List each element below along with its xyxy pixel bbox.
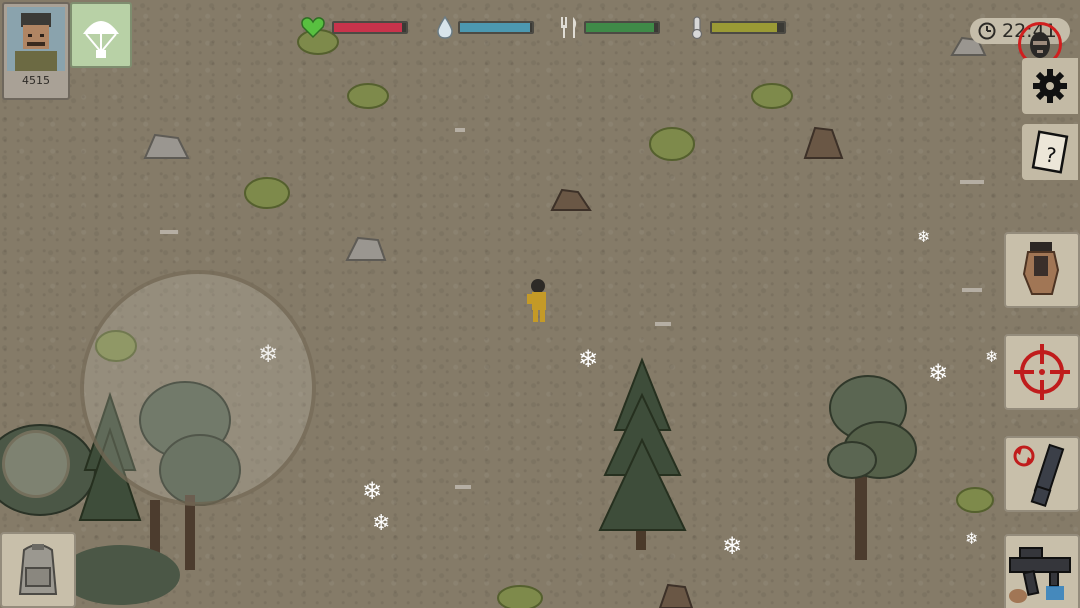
rifle-icon [1009,547,1071,603]
reload-button[interactable] [1004,436,1080,512]
temperature-bar [710,21,786,34]
joystick-knob[interactable] [2,430,70,498]
hunger-bar [584,21,660,34]
health-bar [332,21,408,34]
backpack-icon [18,544,58,595]
snowflake: ❄ [578,345,599,373]
bush [347,83,389,109]
journal-icon: ? [1031,130,1069,174]
snowflake: ❄ [372,511,391,536]
weapon-button[interactable] [1004,534,1080,608]
bush [649,127,695,161]
melee-button[interactable] [1004,232,1080,308]
temperature-bar-fill [712,23,777,32]
aim-button[interactable] [1004,334,1080,410]
reload-icon [1013,443,1065,508]
water-drop-icon [437,15,453,39]
snowflake: ❄ [362,477,383,505]
bush [751,83,793,109]
bush [244,177,290,209]
snowflake: ❄ [917,227,931,246]
health-bar-fill [334,23,403,32]
game-world[interactable]: ❄ ❄ ❄ ❄ ❄ ❄ ❄ ❄ ❄ 4515 22:41 ? [0,0,1080,608]
thirst-bar-fill [460,23,530,32]
bush [956,487,994,513]
parachute-icon [83,21,119,58]
leafy-tree [827,375,917,560]
snowflake: ❄ [928,359,949,387]
airdrop-button[interactable] [70,2,132,68]
thirst-bar [458,21,534,34]
soldier-face-icon [7,7,65,71]
crosshair-icon [1014,344,1070,400]
snowflake: ❄ [985,347,999,366]
gear-icon [1033,69,1067,103]
snowflake: ❄ [722,532,743,560]
thermometer-icon [691,16,703,40]
clock-icon [978,22,996,40]
settings-button[interactable] [1022,58,1078,114]
journal-button[interactable]: ? [1022,124,1078,180]
pine-tree [598,357,687,550]
heart-icon [301,17,325,39]
inventory-button[interactable] [0,532,76,608]
fork-knife-icon [561,17,577,38]
stump [550,188,592,211]
movement-joystick[interactable] [80,270,316,506]
stump [803,126,844,159]
snowflake: ❄ [965,529,979,548]
player-portrait[interactable]: 4515 [2,2,70,100]
hunger-bar-fill [586,23,655,32]
fist-icon [1022,242,1060,295]
player-score: 4515 [22,74,50,87]
rock [345,236,387,261]
rock [143,133,190,159]
player-character [527,279,546,322]
